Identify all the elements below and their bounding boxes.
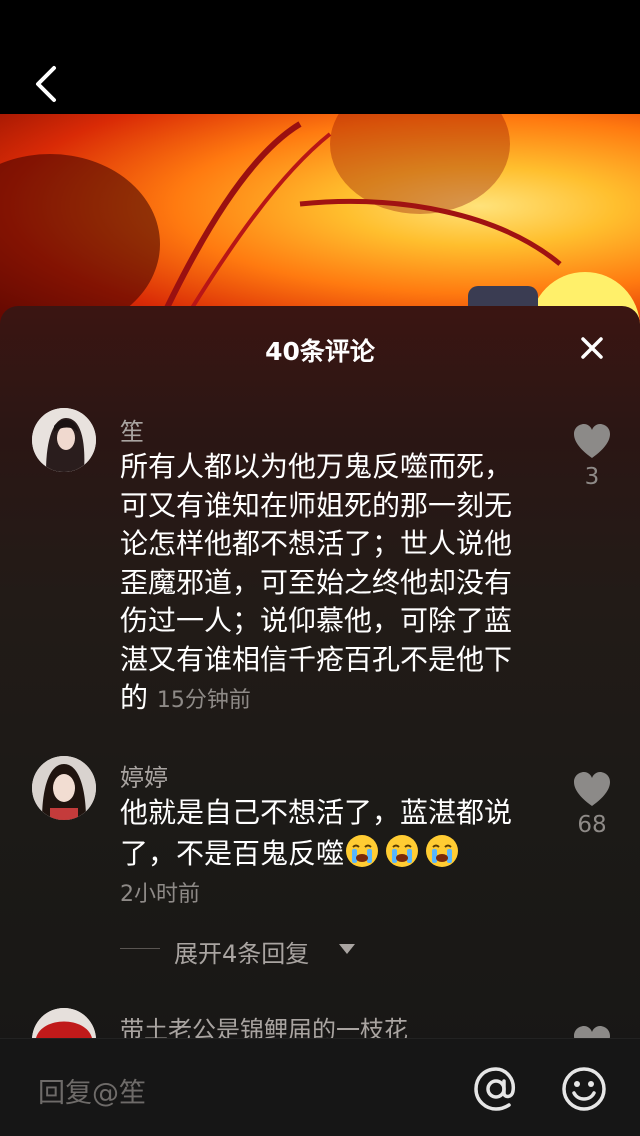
crying-face-emoji (386, 834, 419, 867)
avatar-dark-hair-icon (32, 408, 96, 472)
divider-line (120, 948, 160, 949)
expand-replies-label: 展开4条回复 (174, 940, 310, 968)
close-button[interactable] (572, 328, 612, 368)
comment-text: 他就是自己不想活了，蓝湛都说了，不是百鬼反噬 2小时前 (120, 794, 530, 915)
crying-face-emoji (426, 834, 459, 867)
comment-timestamp: 15分钟前 (156, 688, 251, 713)
like-button[interactable] (572, 422, 612, 462)
avatar[interactable] (32, 408, 96, 472)
heart-icon (574, 424, 610, 458)
emoji-button[interactable] (560, 1065, 608, 1113)
chevron-left-icon (36, 66, 56, 102)
like-count: 68 (577, 812, 607, 838)
comment-username[interactable]: 婷婷 (120, 758, 168, 793)
expand-replies-button[interactable]: 展开4条回复 (120, 930, 420, 970)
comment-item[interactable]: 婷婷 他就是自己不想活了，蓝湛都说了，不是百鬼反噬 2小时前 68 (0, 754, 640, 934)
avatar-woman-photo-icon (32, 756, 96, 820)
caret-down-icon (339, 944, 355, 954)
at-sign-icon (474, 1067, 516, 1111)
like-button[interactable] (572, 770, 612, 810)
emoji-group (344, 834, 464, 870)
top-bar (0, 0, 640, 114)
comments-panel: 40条评论 笙 所有人都以为他万鬼反噬而死，可又有谁知在师姐死的那一刻无论怎样他… (0, 306, 640, 1136)
back-button[interactable] (26, 60, 70, 108)
smiley-icon (562, 1067, 606, 1111)
close-icon (581, 337, 603, 359)
like-count: 3 (584, 464, 600, 490)
comment-count-title: 40条评论 (265, 337, 375, 366)
reply-input[interactable]: 回复@笙 (38, 1071, 146, 1110)
comment-body: 所有人都以为他万鬼反噬而死，可又有谁知在师姐死的那一刻无论怎样他都不想活了；世人… (120, 450, 513, 714)
crying-face-emoji (346, 834, 379, 867)
comment-timestamp: 2小时前 (120, 882, 200, 907)
comment-username[interactable]: 笙 (120, 412, 144, 447)
comment-item[interactable]: 笙 所有人都以为他万鬼反噬而死，可又有谁知在师姐死的那一刻无论怎样他都不想活了；… (0, 406, 640, 726)
avatar[interactable] (32, 756, 96, 820)
mention-button[interactable] (472, 1065, 520, 1113)
heart-icon (574, 772, 610, 806)
panel-header: 40条评论 (0, 306, 640, 390)
reply-bar: 回复@笙 (0, 1038, 640, 1136)
comment-text: 所有人都以为他万鬼反噬而死，可又有谁知在师姐死的那一刻无论怎样他都不想活了；世人… (120, 448, 530, 721)
